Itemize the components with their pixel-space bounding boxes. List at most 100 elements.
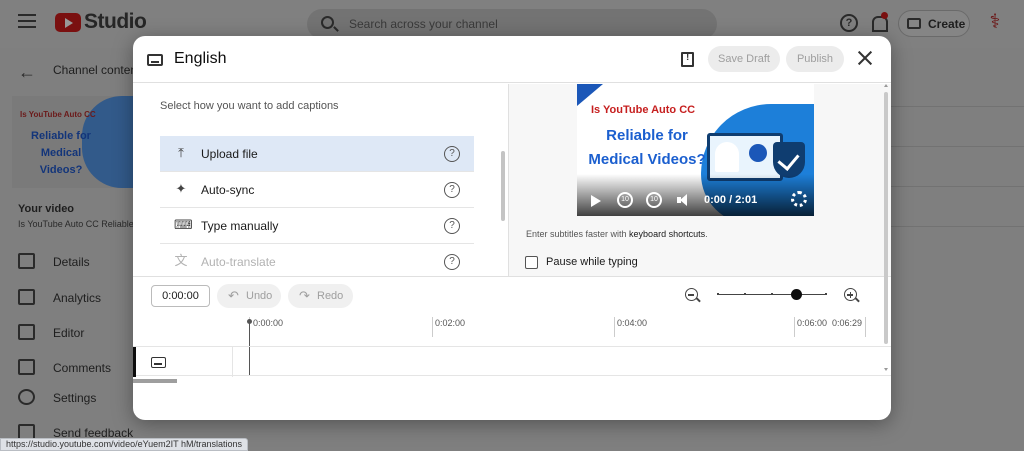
captions-dialog: English Save Draft Publish Select how yo… [133,36,891,420]
studio-logo-text[interactable]: Studio [84,10,147,34]
play-bubble-illustration [749,144,767,162]
zoom-slider-handle[interactable] [790,289,802,300]
notification-dot [881,12,888,19]
undo-button[interactable]: ↶ Undo [217,284,281,308]
dialog-title: English [174,50,227,67]
search-placeholder: Search across your channel [349,17,498,31]
sparkle-icon: ✦ [175,181,187,196]
comments-icon [18,359,35,375]
sidebar-item-label: Analytics [53,291,102,305]
create-button[interactable]: Create [898,10,970,37]
option-label: Type manually [201,219,279,233]
option-label: Upload file [201,147,258,161]
zoom-in-icon[interactable] [844,288,860,303]
sidebar-item-label: Details [53,255,90,269]
preview-panel: Is YouTube Auto CC Reliable for Medical … [509,84,891,276]
translate-icon: 文 [174,253,188,268]
editor-icon [18,324,35,340]
ruler-label: 0:04:00 [617,318,648,328]
video-headline: Reliable for Medical Videos? [588,127,706,168]
caption-method-panel: Select how you want to add captions ⤒ Up… [133,84,508,276]
keyboard-shortcuts-link[interactable]: keyboard shortcuts [629,229,705,239]
play-icon[interactable] [591,195,601,207]
keyboard-icon: ⌨ [174,217,193,232]
search-icon [321,16,334,29]
settings-gear-icon[interactable] [791,191,807,207]
option-auto-translate: 文 Auto-translate ? [160,244,474,280]
pause-while-typing-label[interactable]: Pause while typing [546,256,638,268]
video-time: 0:00 / 2:01 [704,194,758,206]
options-scrollbar[interactable] [501,139,505,269]
timecode-field[interactable]: 0:00:00 [151,285,210,307]
video-player[interactable]: Is YouTube Auto CC Reliable for Medical … [577,84,814,216]
help-icon[interactable]: ? [444,254,460,270]
subtitles-icon [151,357,166,368]
dialog-vertical-scrollbar[interactable] [883,84,889,374]
undo-icon: ↶ [228,288,239,303]
ruler-label: 0:06:29 [832,318,863,328]
rewind-10-icon[interactable]: 10 [617,192,633,208]
option-upload-file[interactable]: ⤒ Upload file ? [160,136,474,172]
doctor-illustration [715,142,739,172]
controls-gradient [577,174,814,216]
dialog-header: English Save Draft Publish [133,36,891,83]
help-icon[interactable]: ? [840,14,858,32]
thumbnail-corner [577,84,603,106]
analytics-icon [18,289,35,305]
shield-check-icon [773,142,805,178]
redo-button[interactable]: ↷ Redo [288,284,353,308]
channel-content-link[interactable]: Channel content [53,63,140,77]
back-arrow-icon[interactable]: ← [18,62,36,83]
volume-icon[interactable] [677,194,689,206]
timeline-ruler[interactable]: 0:00:00 0:02:00 0:04:00 0:06:00 0:06:29 [133,312,891,346]
video-tag: Is YouTube Auto CC [591,104,696,116]
your-video-title: Is YouTube Auto CC Reliable [18,219,134,229]
status-bar-url: https://studio.youtube.com/video/eYuem2I… [0,438,248,451]
background-rows [890,48,1024,451]
redo-label: Redo [317,290,344,302]
undo-label: Undo [246,290,273,302]
ruler-label: 0:06:00 [797,318,828,328]
sidebar-item-label: Comments [53,361,112,375]
redo-icon: ↷ [299,288,310,303]
thumbnail-tag: Is YouTube Auto CC [20,110,96,119]
shortcuts-hint: Enter subtitles faster with keyboard sho… [526,229,708,239]
subtitles-icon [147,54,163,66]
method-heading: Select how you want to add captions [160,100,339,112]
close-icon[interactable] [857,50,873,66]
search-bar[interactable]: Search across your channel [307,9,717,39]
menu-icon[interactable] [18,14,36,28]
help-icon[interactable]: ? [444,182,460,198]
report-icon[interactable] [681,52,694,67]
help-icon[interactable]: ? [444,146,460,162]
ruler-label: 0:00:00 [253,318,284,328]
youtube-logo-icon[interactable] [55,13,81,32]
option-auto-sync[interactable]: ✦ Auto-sync ? [160,172,474,208]
subtitle-track[interactable] [133,346,891,377]
avatar[interactable]: ⚕ [985,10,1005,34]
zoom-out-icon[interactable] [685,288,701,303]
pause-while-typing-checkbox[interactable] [525,256,538,269]
track-separator [232,347,233,377]
track-marker [133,347,136,377]
timeline-horizontal-scrollbar[interactable] [133,379,177,383]
save-draft-button[interactable]: Save Draft [708,46,780,72]
option-label: Auto-translate [201,255,276,269]
option-label: Auto-sync [201,183,255,197]
zoom-slider[interactable] [717,289,827,300]
option-type-manually[interactable]: ⌨ Type manually ? [160,208,474,244]
pencil-icon [18,253,35,269]
publish-button[interactable]: Publish [786,46,844,72]
create-icon [907,18,921,29]
upload-icon: ⤒ [178,145,184,160]
video-thumbnail[interactable]: Is YouTube Auto CC Reliable for Medical … [12,96,142,188]
your-video-label: Your video [18,203,75,215]
forward-10-icon[interactable]: 10 [646,192,662,208]
help-icon[interactable]: ? [444,218,460,234]
gear-icon [18,389,35,405]
sidebar-item-label: Editor [53,326,85,340]
ruler-label: 0:02:00 [435,318,466,328]
thumbnail-headline: Reliable for Medical Videos? [31,130,91,176]
sidebar-item-label: Settings [53,391,97,405]
create-label: Create [928,17,966,31]
